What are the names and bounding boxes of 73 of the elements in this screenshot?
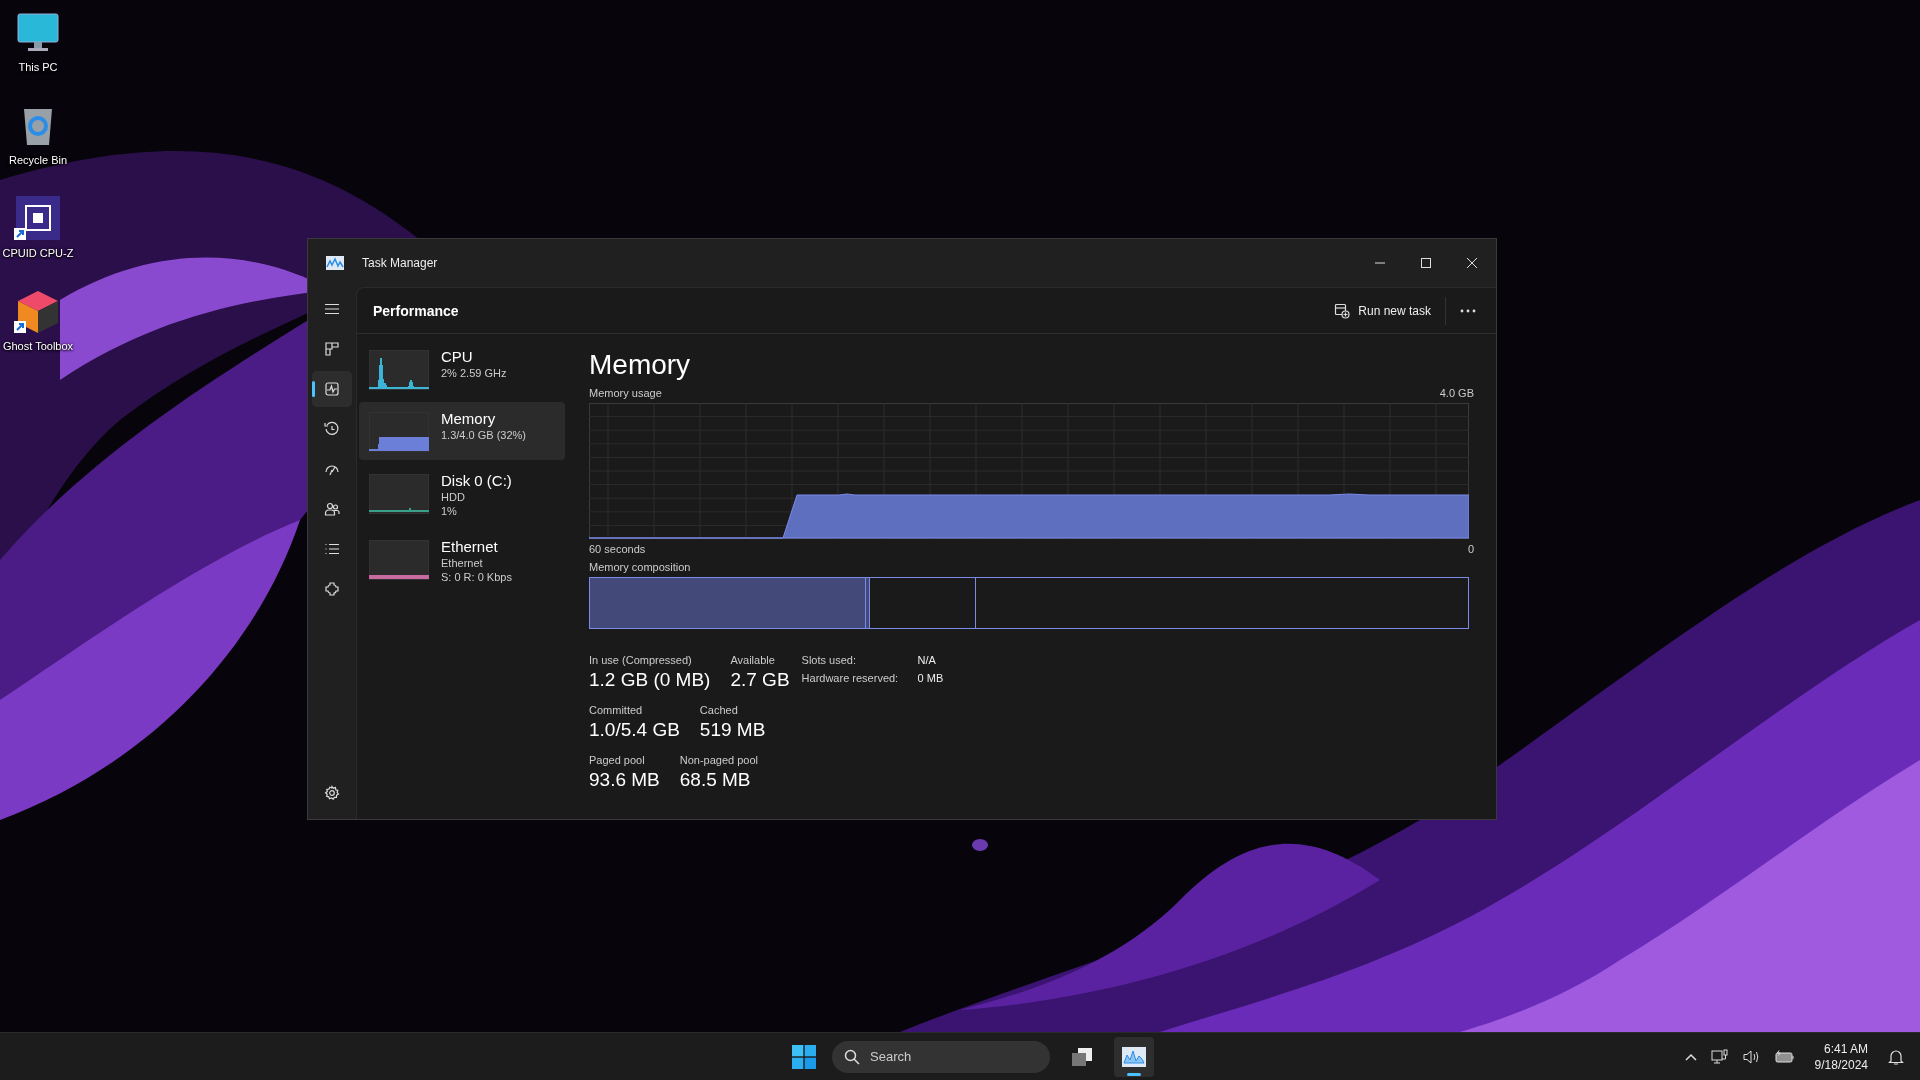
device-stat: 2% 2.59 GHz xyxy=(441,366,507,380)
stat-label: Cached xyxy=(699,703,739,717)
device-name: CPU xyxy=(441,348,474,366)
chevron-up-icon[interactable] xyxy=(1684,1052,1697,1061)
stat-label: Available xyxy=(730,653,776,667)
axis-start-label: 60 seconds xyxy=(589,542,646,556)
volume-icon[interactable] xyxy=(1742,1048,1761,1065)
run-new-task-button[interactable]: Run new task xyxy=(1326,296,1439,325)
device-stat: Ethernet xyxy=(441,556,484,570)
stat-value: 519 MB xyxy=(699,718,766,742)
search-field[interactable]: Search xyxy=(832,1040,1050,1073)
more-options-icon[interactable] xyxy=(1460,308,1476,313)
app-icon xyxy=(326,256,344,270)
stat-value: 2.7 GB xyxy=(730,668,790,692)
device-name: Ethernet xyxy=(441,538,499,556)
activity-icon xyxy=(324,381,340,397)
info-label: Hardware reserved: xyxy=(801,671,900,685)
usage-graph-thumbnail xyxy=(369,412,429,452)
desktop-icon-label: CPUID CPU-Z xyxy=(2,246,74,261)
page-title: Performance xyxy=(373,302,459,319)
stat-value: 93.6 MB xyxy=(589,768,660,792)
stat-value: 1.0/5.4 GB xyxy=(589,718,680,742)
device-item[interactable]: Memory 1.3/4.0 GB (32%) xyxy=(359,402,565,460)
info-label: Slots used: xyxy=(801,653,857,667)
battery-icon[interactable] xyxy=(1774,1049,1795,1064)
axis-max-label: 4.0 GB xyxy=(1439,386,1474,400)
device-name: Disk 0 (C:) xyxy=(441,472,512,490)
chart-app-icon xyxy=(1122,1046,1146,1067)
usage-graph-thumbnail xyxy=(369,474,429,514)
clock-date: 9/18/2024 xyxy=(1814,1056,1868,1073)
device-item[interactable]: Disk 0 (C:) HDD 1% xyxy=(359,464,565,526)
network-icon[interactable] xyxy=(1710,1048,1729,1065)
usage-graph-thumbnail xyxy=(369,540,429,580)
notification-bell-icon[interactable] xyxy=(1888,1047,1904,1066)
device-stat: 1% xyxy=(441,504,458,518)
clock[interactable]: 6:41 AM 9/18/2024 xyxy=(1814,1040,1868,1073)
performance-nav-button[interactable] xyxy=(312,371,352,407)
detail-title: Memory xyxy=(589,348,692,382)
device-item[interactable]: CPU 2% 2.59 GHz xyxy=(359,340,565,398)
chip-icon[interactable] xyxy=(14,194,62,242)
usage-graph-thumbnail xyxy=(369,350,429,390)
list-icon xyxy=(324,541,340,557)
chart-label: Memory composition xyxy=(589,560,692,574)
stat-label: Paged pool xyxy=(589,753,646,767)
maximize-icon[interactable] xyxy=(1420,257,1432,269)
device-stat: S: 0 R: 0 Kbps xyxy=(441,570,512,584)
stat-value: 68.5 MB xyxy=(679,768,752,792)
clock-time: 6:41 AM xyxy=(1823,1040,1868,1057)
settings-icon xyxy=(324,785,340,801)
taskbar-app-button[interactable] xyxy=(1114,1036,1154,1077)
add-task-icon xyxy=(1334,302,1351,319)
device-item[interactable]: Ethernet Ethernet S: 0 R: 0 Kbps xyxy=(359,530,565,592)
start-icon[interactable] xyxy=(792,1044,816,1069)
history-icon xyxy=(324,421,340,437)
axis-end-label: 0 xyxy=(1467,542,1474,556)
device-name: Memory xyxy=(441,410,497,428)
stat-label: In use (Compressed) xyxy=(589,653,693,667)
stat-value: 1.2 GB (0 MB) xyxy=(589,668,711,692)
desktop-icon-label: This PC xyxy=(18,60,58,75)
desktop-icon-label: Recycle Bin xyxy=(8,153,68,168)
chart-label: Memory usage xyxy=(589,386,662,400)
menu-icon xyxy=(324,301,340,317)
users-icon xyxy=(324,501,340,517)
puzzle-icon xyxy=(324,581,340,597)
device-stat: 1.3/4.0 GB (32%) xyxy=(441,428,526,442)
grid-icon xyxy=(324,341,340,357)
device-stat: HDD xyxy=(441,490,466,504)
stat-label: Non-paged pool xyxy=(679,753,759,767)
close-icon[interactable] xyxy=(1466,257,1478,269)
stat-label: Committed xyxy=(589,703,644,717)
info-value: N/A xyxy=(917,653,937,667)
window-title: Task Manager xyxy=(362,256,438,270)
info-value: 0 MB xyxy=(917,671,944,685)
